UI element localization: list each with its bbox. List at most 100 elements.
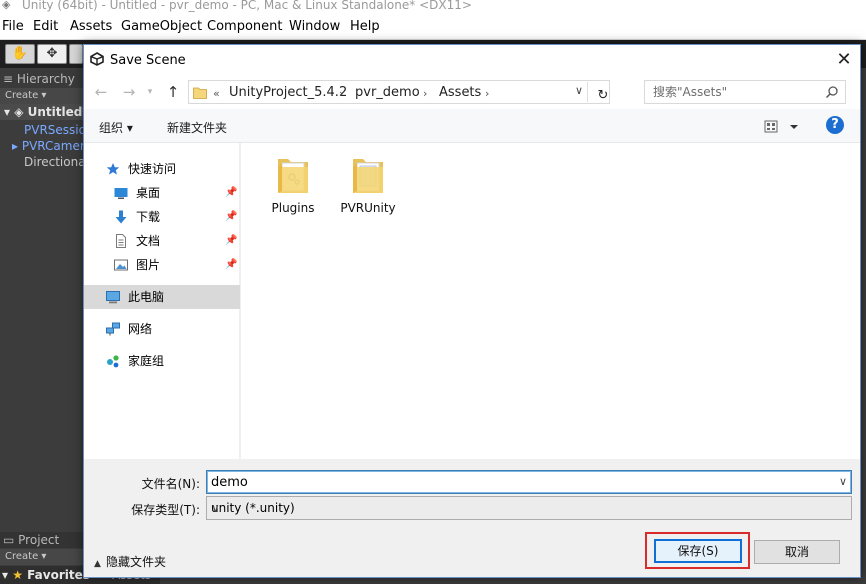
nav-label: 文档	[136, 234, 161, 248]
move-tool-button[interactable]: ✥	[37, 44, 67, 64]
search-input[interactable]	[645, 81, 821, 103]
scene-row[interactable]: ▾ ◈ Untitled*	[0, 104, 84, 120]
dialog-title: Save Scene	[110, 53, 186, 68]
chevron-down-icon[interactable]: ∨	[839, 475, 847, 488]
pin-icon[interactable]: 📌	[225, 181, 237, 205]
breadcrumb-overflow[interactable]: «	[213, 87, 220, 100]
menu-edit[interactable]: Edit	[33, 19, 58, 34]
download-icon	[115, 210, 127, 224]
pvrcamera-label: PVRCamera	[21, 139, 84, 153]
help-icon[interactable]: ?	[826, 116, 844, 134]
organize-button[interactable]: 组织 ▾	[99, 119, 133, 136]
search-box[interactable]	[644, 80, 846, 104]
breadcrumb-pvr-demo[interactable]: pvr_demo	[355, 85, 420, 100]
menu-help[interactable]: Help	[350, 19, 380, 34]
filename-input[interactable]	[207, 471, 827, 493]
hierarchy-create-button[interactable]: Create ▾	[0, 88, 84, 104]
folder-item-plugins[interactable]: Plugins	[258, 153, 328, 223]
forward-button[interactable]: →	[120, 83, 138, 101]
project-create-button[interactable]: Create ▾	[0, 549, 84, 565]
nav-desktop[interactable]: 桌面 📌	[84, 181, 240, 205]
nav-pictures[interactable]: 图片 📌	[84, 253, 240, 277]
refresh-button[interactable]: ↻	[587, 82, 608, 103]
view-options-icon[interactable]	[764, 119, 804, 135]
search-icon	[825, 86, 838, 99]
breadcrumb-assets[interactable]: Assets	[439, 85, 481, 100]
document-icon	[116, 234, 126, 248]
hierarchy-item-directional[interactable]: Directional	[0, 154, 84, 170]
up-button[interactable]: ↑	[164, 83, 182, 101]
back-button[interactable]: ←	[92, 83, 110, 101]
hierarchy-tab[interactable]: ≡ Hierarchy	[0, 70, 84, 88]
folder-name: PVRUnity	[340, 201, 396, 215]
breadcrumb-separator-icon: ›	[485, 87, 490, 100]
forward-arrow-icon: →	[122, 83, 136, 101]
favorites-label: Favorites	[27, 568, 90, 582]
filetype-label: 保存类型(T):	[131, 503, 200, 517]
nav-label: 图片	[136, 258, 161, 272]
chevron-down-icon: ∨	[211, 501, 220, 515]
address-bar[interactable]: « UnityProject_5.4.2 › pvr_demo › Assets…	[188, 80, 610, 104]
nav-quick-access[interactable]: 快速访问	[84, 157, 240, 181]
new-folder-button[interactable]: 新建文件夹	[167, 119, 227, 136]
pin-icon[interactable]: 📌	[225, 229, 237, 253]
folder-icon	[193, 87, 207, 99]
move-icon: ✥	[46, 46, 58, 61]
folder-name: Plugins	[271, 201, 315, 215]
menu-file[interactable]: File	[2, 19, 24, 34]
nav-documents[interactable]: 文档 📌	[84, 229, 240, 253]
navigation-pane: 快速访问 桌面 📌 下载 📌 文档 📌 图片 📌 此电脑 网络 家庭组	[84, 143, 240, 459]
nav-this-pc[interactable]: 此电脑	[84, 285, 240, 309]
hand-icon: ✋	[11, 46, 29, 61]
menu-assets[interactable]: Assets	[70, 19, 112, 34]
filename-field[interactable]: ∨	[206, 470, 852, 494]
up-arrow-icon: ↑	[166, 83, 180, 101]
project-tab-label: Project	[18, 533, 60, 547]
nav-label: 网络	[128, 322, 153, 336]
unity-window-title: Unity (64bit) - Untitled - pvr_demo - PC…	[22, 0, 472, 12]
nav-downloads[interactable]: 下载 📌	[84, 205, 240, 229]
desktop-icon	[114, 188, 128, 199]
star-icon	[106, 163, 120, 175]
breadcrumb-unityproject[interactable]: UnityProject_5.4.2	[229, 85, 347, 100]
cancel-button[interactable]: 取消	[754, 540, 840, 564]
chevron-down-icon: ▾	[147, 87, 153, 97]
folder-icon	[353, 159, 383, 193]
scene-name: Untitled*	[27, 105, 84, 119]
homegroup-icon	[107, 355, 119, 368]
hand-tool-button[interactable]: ✋	[5, 44, 35, 64]
unity-icon	[90, 52, 104, 66]
menu-window[interactable]: Window	[289, 19, 340, 34]
hierarchy-item-pvrsession[interactable]: PVRSession	[0, 122, 84, 138]
command-bar: 组织 ▾ 新建文件夹 ?	[84, 109, 860, 143]
nav-label: 下载	[136, 210, 161, 224]
unity-title-bar: ◈ Unity (64bit) - Untitled - pvr_demo - P…	[0, 0, 866, 14]
picture-icon	[114, 259, 128, 271]
rotate-tool-button[interactable]	[69, 44, 83, 64]
nav-network[interactable]: 网络	[84, 317, 240, 341]
address-dropdown-icon[interactable]: ∨	[575, 84, 583, 97]
nav-label: 快速访问	[128, 162, 177, 176]
close-button[interactable]: ✕	[832, 48, 856, 72]
filetype-select[interactable]: unity (*.unity) ∨	[206, 496, 852, 520]
hide-folders-toggle[interactable]: ▲ 隐藏文件夹	[94, 553, 166, 570]
menu-component[interactable]: Component	[207, 19, 282, 34]
nav-label: 桌面	[136, 186, 161, 200]
menu-gameobject[interactable]: GameObject	[121, 19, 202, 34]
hide-folders-label: 隐藏文件夹	[106, 555, 167, 569]
nav-label: 此电脑	[128, 290, 165, 304]
navigation-bar: ← → ▾ ↑ « UnityProject_5.4.2 › pvr_demo …	[84, 75, 860, 109]
pin-icon[interactable]: 📌	[225, 253, 237, 277]
favorites-star-icon: ★	[12, 568, 23, 582]
unity-logo-icon: ◈	[2, 0, 11, 11]
folder-item-pvrunity[interactable]: PVRUnity	[333, 153, 403, 223]
recent-locations-button[interactable]: ▾	[144, 83, 156, 101]
save-button[interactable]: 保存(S)	[654, 539, 742, 563]
breadcrumb-separator-icon: ›	[423, 87, 428, 100]
nav-homegroup[interactable]: 家庭组	[84, 349, 240, 373]
back-arrow-icon: ←	[94, 83, 108, 101]
nav-label: 家庭组	[128, 354, 165, 368]
pin-icon[interactable]: 📌	[225, 205, 237, 229]
project-tab[interactable]: ▭ Project	[0, 532, 84, 548]
hierarchy-item-pvrcamera[interactable]: ▸ PVRCamera	[0, 138, 84, 154]
